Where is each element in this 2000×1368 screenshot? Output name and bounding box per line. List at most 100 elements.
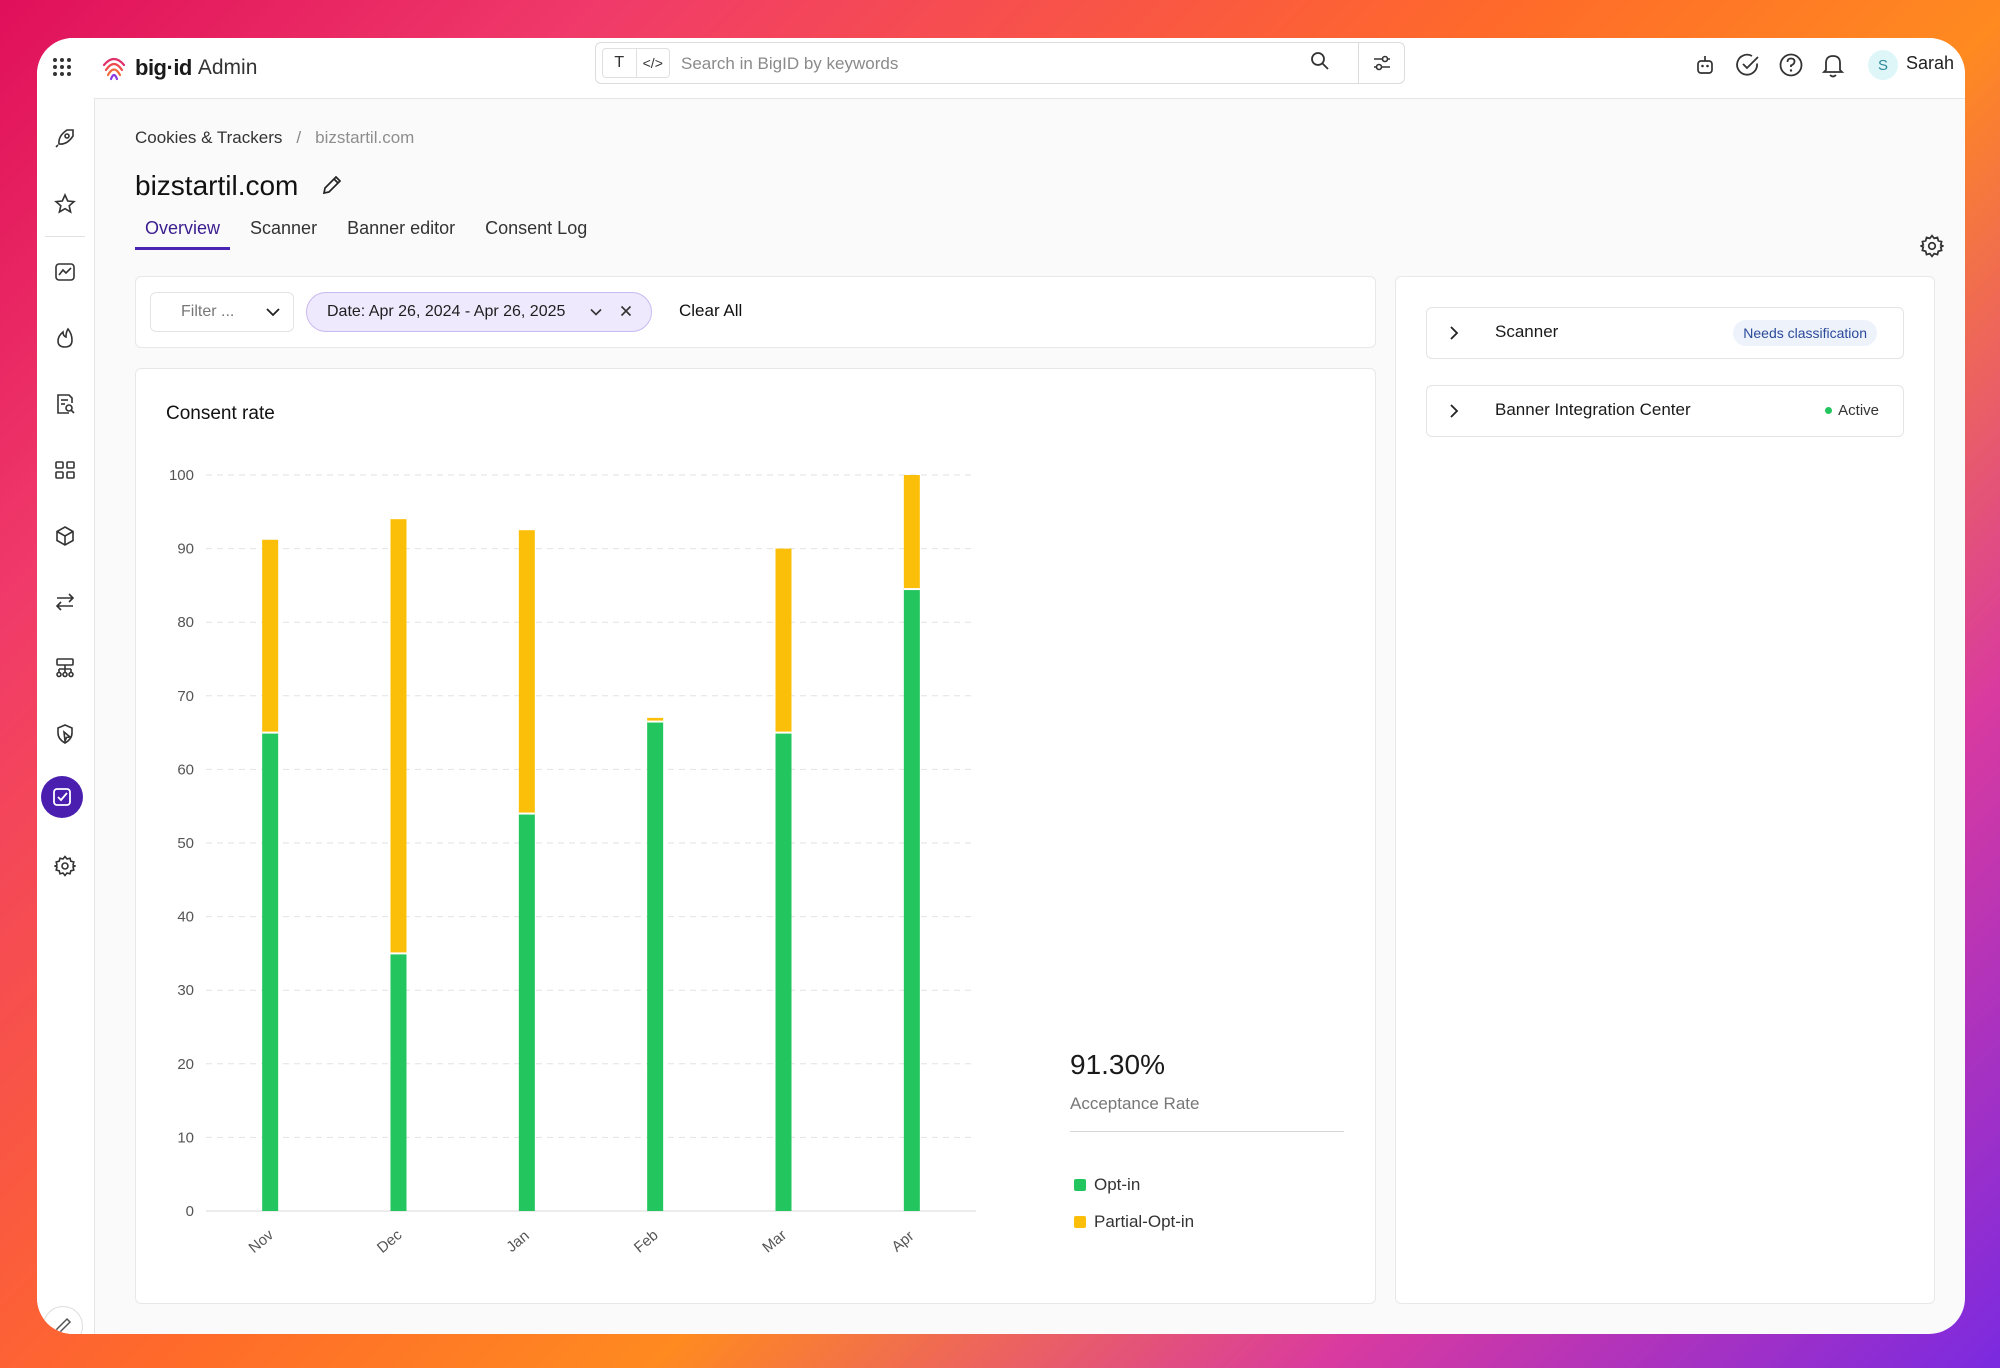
flame-icon[interactable] xyxy=(45,318,85,358)
tab-banner-editor[interactable]: Banner editor xyxy=(337,218,465,250)
page-settings-gear-icon[interactable] xyxy=(1919,234,1945,263)
status-dot xyxy=(1825,407,1833,414)
tab-overview[interactable]: Overview xyxy=(135,218,231,250)
y-tick-label: 60 xyxy=(177,761,194,778)
code-mode-button[interactable]: </> xyxy=(637,49,670,77)
date-filter-chip[interactable]: Date: Apr 26, 2024 - Apr 26, 2025 xyxy=(306,292,652,332)
chevron-right-icon[interactable] xyxy=(1447,403,1461,424)
app-title: Admin xyxy=(197,56,258,79)
x-tick-label: Dec xyxy=(374,1226,406,1256)
bar-opt-in-apr xyxy=(903,589,920,1211)
status-indicator: Active xyxy=(1825,402,1879,419)
transfer-arrows-icon[interactable] xyxy=(45,582,85,622)
edit-pencil-icon[interactable] xyxy=(43,1306,83,1334)
bar-partial-opt-in-jan xyxy=(518,530,535,814)
help-icon[interactable] xyxy=(1778,52,1804,78)
rocket-icon[interactable] xyxy=(45,118,85,158)
filter-bar: Filter ... Date: Apr 26, 2024 - Apr 26, … xyxy=(135,276,1376,348)
logo-text: big·id xyxy=(135,55,192,80)
dashboard-chart-icon[interactable] xyxy=(45,252,85,292)
sidebar-nav xyxy=(37,98,95,1334)
edit-title-pencil-icon[interactable] xyxy=(320,172,344,204)
filter-dropdown[interactable]: Filter ... xyxy=(150,292,294,332)
sidebar-divider xyxy=(45,236,85,237)
y-tick-label: 0 xyxy=(186,1203,194,1220)
y-tick-label: 80 xyxy=(177,614,194,631)
y-tick-label: 100 xyxy=(169,467,194,484)
legend-item-opt-in: Opt-in xyxy=(1074,1175,1140,1195)
bar-segment-gap xyxy=(647,720,664,723)
status-panel: Scanner Needs classification Banner Inte… xyxy=(1395,276,1935,1304)
kpi-divider xyxy=(1070,1131,1344,1132)
page-title: bizstartil.com xyxy=(135,170,344,204)
bar-segment-gap xyxy=(518,812,535,815)
y-tick-label: 10 xyxy=(177,1129,194,1146)
user-name[interactable]: Sarah xyxy=(1906,53,1954,74)
date-filter-label: Date: Apr 26, 2024 - Apr 26, 2025 xyxy=(327,303,566,320)
bar-partial-opt-in-dec xyxy=(390,519,407,954)
assistant-bot-icon[interactable] xyxy=(1693,53,1717,77)
breadcrumb-current: bizstartil.com xyxy=(315,128,415,147)
bar-opt-in-jan xyxy=(518,813,535,1211)
search-filter-icon[interactable] xyxy=(1358,43,1405,83)
cube-icon[interactable] xyxy=(45,516,85,556)
notifications-bell-icon[interactable] xyxy=(1820,51,1846,79)
bar-partial-opt-in-mar xyxy=(775,548,792,733)
chevron-down-icon xyxy=(265,304,281,325)
legend-swatch-partial xyxy=(1074,1216,1086,1228)
consent-checklist-icon[interactable] xyxy=(41,776,83,818)
bar-opt-in-feb xyxy=(647,721,664,1211)
breadcrumb-separator: / xyxy=(296,128,302,147)
star-icon[interactable] xyxy=(45,184,85,224)
bar-segment-gap xyxy=(262,731,279,734)
x-tick-label: Mar xyxy=(759,1227,790,1257)
data-catalog-icon[interactable] xyxy=(45,450,85,490)
search-icon[interactable] xyxy=(1310,51,1330,76)
acceptance-rate-value: 91.30% xyxy=(1070,1049,1165,1080)
legend-label: Opt-in xyxy=(1094,1175,1141,1194)
chevron-right-icon[interactable] xyxy=(1447,325,1461,346)
consent-rate-card: Consent rate 0 10 20 30 40 50 60 70 80 90 100 Nov De… xyxy=(135,368,1376,1304)
breadcrumb: Cookies & Trackers / bizstartil.com xyxy=(135,128,414,148)
bar-segment-gap xyxy=(903,588,920,591)
search-mode-toggle: T </> xyxy=(602,48,670,78)
y-tick-label: 40 xyxy=(177,909,194,926)
scanner-accordion[interactable]: Scanner Needs classification xyxy=(1426,307,1904,359)
brand[interactable]: big·id Admin xyxy=(99,48,257,88)
tasks-check-icon[interactable] xyxy=(1735,52,1761,78)
page-title-text: bizstartil.com xyxy=(135,170,299,201)
breadcrumb-parent[interactable]: Cookies & Trackers xyxy=(135,128,282,147)
apps-grid-icon[interactable] xyxy=(51,56,73,78)
close-icon[interactable] xyxy=(619,304,633,323)
acceptance-rate-label: Acceptance Rate xyxy=(1070,1094,1200,1113)
page-tabs: Overview Scanner Banner editor Consent L… xyxy=(135,218,607,250)
y-tick-label: 70 xyxy=(177,688,194,705)
app-window: big·id Admin T </> Search in BigID by ke… xyxy=(37,38,1965,1334)
y-tick-label: 20 xyxy=(177,1056,194,1073)
status-text: Active xyxy=(1838,402,1879,419)
text-mode-button[interactable]: T xyxy=(603,49,637,77)
shield-cursor-icon[interactable] xyxy=(45,714,85,754)
banner-integration-accordion[interactable]: Banner Integration Center Active xyxy=(1426,385,1904,437)
clear-all-button[interactable]: Clear All xyxy=(679,301,742,321)
document-search-icon[interactable] xyxy=(45,384,85,424)
search-input[interactable]: Search in BigID by keywords xyxy=(681,54,898,74)
bar-segment-gap xyxy=(390,952,407,955)
y-tick-label: 90 xyxy=(177,541,194,558)
tab-scanner[interactable]: Scanner xyxy=(240,218,327,250)
x-tick-label: Nov xyxy=(246,1226,278,1256)
x-tick-label: Feb xyxy=(631,1227,662,1257)
bar-segment-gap xyxy=(775,731,792,734)
legend-item-partial-opt-in: Partial-Opt-in xyxy=(1074,1212,1194,1232)
filter-placeholder: Filter ... xyxy=(181,303,235,320)
user-avatar[interactable]: S xyxy=(1868,50,1898,80)
bar-partial-opt-in-apr xyxy=(903,475,920,590)
status-badge: Needs classification xyxy=(1733,320,1877,346)
settings-gear-icon[interactable] xyxy=(45,846,85,886)
chevron-down-icon[interactable] xyxy=(589,305,603,324)
bigid-logo-icon xyxy=(102,57,126,81)
y-tick-label: 50 xyxy=(177,835,194,852)
legend-label: Partial-Opt-in xyxy=(1094,1212,1195,1231)
org-hierarchy-icon[interactable] xyxy=(45,648,85,688)
tab-consent-log[interactable]: Consent Log xyxy=(475,218,597,250)
